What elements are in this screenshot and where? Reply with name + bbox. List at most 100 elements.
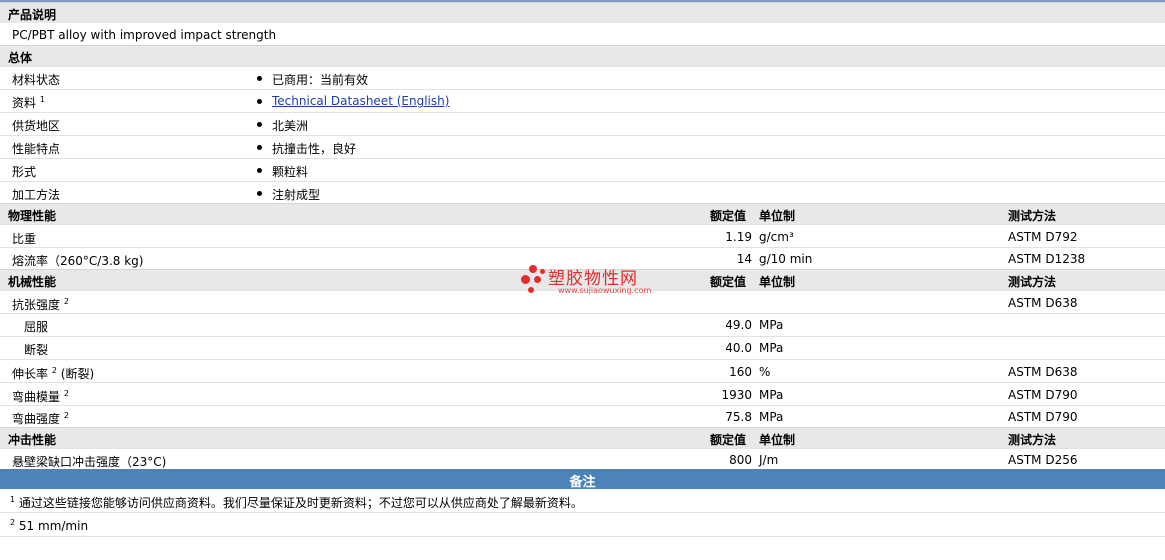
mechanical-row-elongation: 伸长率 2 (断裂) 160 % ASTM D638 [0,359,1165,382]
bullet-icon [257,168,262,173]
description-text: PC/PBT alloy with improved impact streng… [12,28,277,42]
note-text: 2 51 mm/min [10,518,89,533]
row-value: 北美洲 [272,119,309,133]
row-unit: MPa [759,410,784,424]
row-value: 40.0 [725,341,752,355]
footnote-ref: 2 [10,518,16,527]
bullet-icon [257,191,262,196]
row-label: 形式 [12,165,37,179]
general-row-region: 供货地区 北美洲 [0,112,1165,135]
notes-title: 备注 [569,475,596,490]
row-unit: g/10 min [759,252,813,266]
column-value-header: 额定值 [710,209,747,223]
datasheet-link[interactable]: Technical Datasheet (English) [272,94,449,108]
section-header-description: 产品说明 [0,2,1165,23]
column-method-header: 测试方法 [1008,275,1057,289]
section-title: 总体 [8,51,33,65]
column-unit-header: 单位制 [759,209,796,223]
row-unit: J/m [759,453,779,467]
row-value: 75.8 [725,410,752,424]
row-label: 屈服 [24,320,49,334]
mechanical-row-flex-modulus: 弯曲模量 2 1930 MPa ASTM D790 [0,382,1165,405]
bottom-divider [0,536,1165,537]
general-row-features: 性能特点 抗撞击性，良好 [0,135,1165,158]
row-label: 断裂 [24,343,49,357]
row-unit: % [759,365,771,379]
row-label: 弯曲模量 2 [12,389,69,404]
logo-dot-icon [540,269,545,274]
section-title: 物理性能 [8,209,57,223]
row-label: 比重 [12,232,37,246]
row-value: 颗粒料 [272,165,309,179]
row-method: ASTM D1238 [1008,252,1086,266]
column-value-header: 额定值 [710,275,747,289]
row-value: 800 [729,453,752,467]
row-label: 资料 1 [12,95,45,110]
bullet-icon [257,99,262,104]
footnote-ref: 2 [63,297,69,306]
column-method-header: 测试方法 [1008,209,1057,223]
row-label: 伸长率 2 (断裂) [12,366,95,381]
row-value: 49.0 [725,318,752,332]
row-label: 熔流率（260°C/3.8 kg) [12,254,144,268]
row-method: ASTM D790 [1008,388,1078,402]
footnote-ref: 2 [51,366,57,375]
row-label: 悬壁梁缺口冲击强度（23°C) [12,455,167,469]
row-method: ASTM D256 [1008,453,1078,467]
row-unit: g/cm³ [759,230,794,244]
logo-dot-icon [521,275,530,284]
column-unit-header: 单位制 [759,433,796,447]
notes-header: 备注 [0,469,1165,490]
row-method: ASTM D792 [1008,230,1078,244]
column-unit-header: 单位制 [759,275,796,289]
row-method: ASTM D638 [1008,296,1078,310]
bullet-icon [257,145,262,150]
row-value: 14 [736,252,752,266]
mechanical-row-yield: 屈服 49.0 MPa [0,313,1165,336]
mechanical-row-break: 断裂 40.0 MPa [0,336,1165,359]
row-label: 性能特点 [12,142,61,156]
note-text: 1 通过这些链接您能够访问供应商资料。我们尽量保证及时更新资料；不过您可以从供应… [10,495,583,510]
row-label: 弯曲强度 2 [12,411,69,426]
row-unit: MPa [759,388,784,402]
watermark-logo: 塑胶物性网 www.sujiaowuxing.com [520,262,660,302]
row-unit: MPa [759,341,784,355]
bullet-icon [257,122,262,127]
general-row-processing: 加工方法 注射成型 [0,181,1165,203]
row-value: 注射成型 [272,188,321,202]
logo-dot-icon [529,265,537,273]
note-item-2: 2 51 mm/min [0,512,1165,536]
row-value: 已商用：当前有效 [272,73,369,87]
section-header-general: 总体 [0,45,1165,66]
section-header-impact: 冲击性能 额定值 单位制 测试方法 [0,427,1165,448]
general-row-status: 材料状态 已商用：当前有效 [0,66,1165,89]
section-title: 产品说明 [8,8,57,22]
impact-row-izod: 悬壁梁缺口冲击强度（23°C) 800 J/m ASTM D256 [0,448,1165,469]
row-value: 1930 [721,388,752,402]
row-label: 抗张强度 2 [12,297,69,312]
section-title: 冲击性能 [8,433,57,447]
physical-row-density: 比重 1.19 g/cm³ ASTM D792 [0,224,1165,247]
column-method-header: 测试方法 [1008,433,1057,447]
row-method: ASTM D790 [1008,410,1078,424]
row-value: 1.19 [725,230,752,244]
row-label: 供货地区 [12,119,61,133]
watermark-url: www.sujiaowuxing.com [558,286,652,295]
section-title: 机械性能 [8,275,57,289]
footnote-ref: 2 [63,411,69,420]
row-value: 160 [729,365,752,379]
row-unit: MPa [759,318,784,332]
logo-dot-icon [528,287,534,293]
row-value: 抗撞击性，良好 [272,142,357,156]
note-item-1: 1 通过这些链接您能够访问供应商资料。我们尽量保证及时更新资料；不过您可以从供应… [0,489,1165,512]
general-row-docs: 资料 1 Technical Datasheet (English) [0,89,1165,112]
row-label: 加工方法 [12,188,61,202]
logo-dot-icon [534,276,541,283]
footnote-ref: 1 [10,495,16,504]
footnote-ref: 2 [63,389,69,398]
general-row-form: 形式 颗粒料 [0,158,1165,181]
column-value-header: 额定值 [710,433,747,447]
row-method: ASTM D638 [1008,365,1078,379]
footnote-ref: 1 [39,95,45,104]
description-row: PC/PBT alloy with improved impact streng… [0,23,1165,45]
